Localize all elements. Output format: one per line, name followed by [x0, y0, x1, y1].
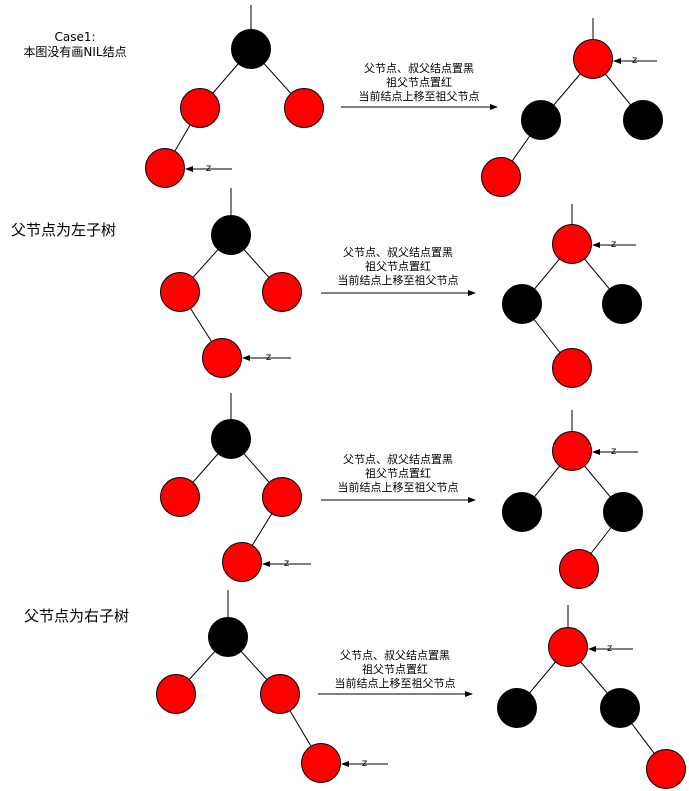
- transform-line-2: 祖父节点置红: [386, 76, 452, 89]
- uncle-node: [156, 674, 196, 714]
- transform-line-3: 当前结点上移至祖父节点: [334, 677, 456, 690]
- z-label: z: [611, 446, 617, 457]
- z-label: z: [607, 643, 613, 654]
- uncle-node: [284, 88, 324, 128]
- z-label: z: [266, 352, 272, 363]
- uncle-node: [262, 272, 302, 312]
- z-node: [301, 743, 341, 783]
- row3-transform-desc: 父节点、叔父结点置黑 祖父节点置红 当前结点上移至祖父节点: [313, 453, 483, 495]
- row1-transform-desc: 父节点、叔父结点置黑 祖父节点置红 当前结点上移至祖父节点: [334, 62, 504, 104]
- transform-line-1: 父节点、叔父结点置黑: [343, 453, 453, 466]
- grandparent-node: [208, 617, 248, 657]
- transform-line-2: 祖父节点置红: [362, 663, 428, 676]
- transform-line-3: 当前结点上移至祖父节点: [337, 481, 459, 494]
- transform-line-1: 父节点、叔父结点置黑: [343, 246, 453, 259]
- row3-before-tree: [160, 393, 311, 582]
- section-label-right-subtree: 父节点为右子树: [24, 607, 130, 625]
- parent-node: [600, 688, 640, 728]
- z-label: z: [362, 758, 368, 769]
- transform-line-1: 父节点、叔父结点置黑: [364, 62, 474, 75]
- uncle-node: [497, 688, 537, 728]
- transform-line-2: 祖父节点置红: [365, 467, 431, 480]
- parent-node: [262, 477, 302, 517]
- case-note: 本图没有画NIL结点: [23, 45, 127, 59]
- grandparent-node: [552, 431, 592, 471]
- parent-node: [180, 88, 220, 128]
- parent-node: [260, 674, 300, 714]
- grandparent-node: [548, 627, 588, 667]
- case-title: Case1: 本图没有画NIL结点: [10, 30, 140, 60]
- z-label: z: [611, 239, 617, 250]
- row1-before-tree: [145, 5, 324, 188]
- transform-line-1: 父节点、叔父结点置黑: [340, 649, 450, 662]
- row4-transform-desc: 父节点、叔父结点置黑 祖父节点置红 当前结点上移至祖父节点: [310, 649, 480, 691]
- parent-node: [521, 100, 561, 140]
- row3-after-tree: [502, 410, 643, 589]
- row2-after-tree: [502, 204, 642, 388]
- z-label: z: [632, 55, 638, 66]
- transform-line-3: 当前结点上移至祖父节点: [337, 274, 459, 287]
- z-label: z: [206, 163, 212, 174]
- new-node: [559, 549, 599, 589]
- grandparent-node: [552, 224, 592, 264]
- parent-node: [502, 284, 542, 324]
- uncle-node: [623, 100, 663, 140]
- z-node: [145, 148, 185, 188]
- transform-line-3: 当前结点上移至祖父节点: [358, 90, 480, 103]
- uncle-node: [502, 492, 542, 532]
- new-node: [552, 348, 592, 388]
- transform-line-2: 祖父节点置红: [365, 260, 431, 273]
- new-node: [646, 749, 686, 789]
- row4-after-tree: [497, 605, 686, 789]
- uncle-node: [160, 477, 200, 517]
- case-label: Case1:: [54, 30, 96, 44]
- uncle-node: [602, 284, 642, 324]
- z-node: [222, 542, 262, 582]
- grandparent-node: [231, 29, 271, 69]
- z-node: [202, 338, 242, 378]
- parent-node: [603, 492, 643, 532]
- parent-node: [160, 272, 200, 312]
- row2-transform-desc: 父节点、叔父结点置黑 祖父节点置红 当前结点上移至祖父节点: [313, 246, 483, 288]
- grandparent-node: [573, 39, 613, 79]
- section-label-left-subtree: 父节点为左子树: [11, 221, 117, 239]
- row1-after-tree: [481, 18, 663, 197]
- grandparent-node: [211, 419, 251, 459]
- z-label: z: [284, 558, 290, 569]
- grandparent-node: [211, 215, 251, 255]
- row2-before-tree: [160, 188, 302, 378]
- new-node: [481, 157, 521, 197]
